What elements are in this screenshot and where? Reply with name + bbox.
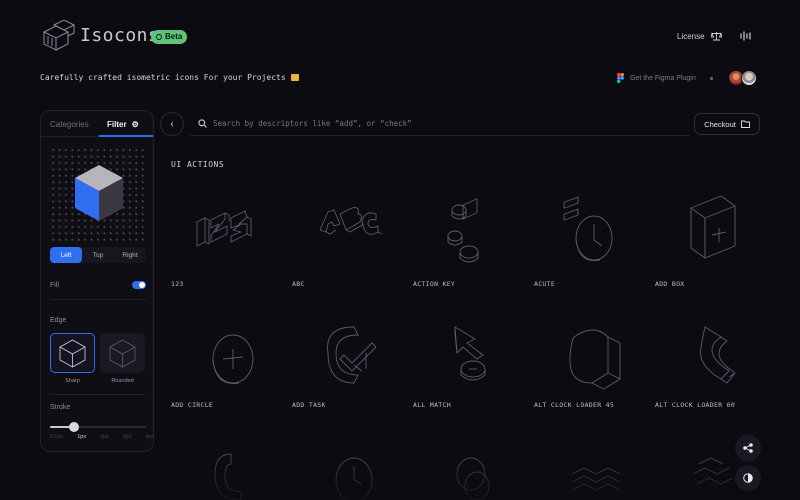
- add-circle-icon: [212, 334, 254, 384]
- icon-label: ALT CLOCK LOADER 45: [534, 401, 615, 409]
- sliders-icon: ⚙: [131, 120, 139, 129]
- app-page: Isocons Beta License Carefully crafted i…: [0, 0, 800, 500]
- share-icon: [743, 443, 753, 453]
- icon-card[interactable]: ADD TASK: [292, 313, 402, 423]
- theme-toggle-button[interactable]: [735, 465, 761, 491]
- folder-icon: [740, 120, 750, 128]
- sidebar-tabs: Categories Filter ⚙: [41, 111, 153, 137]
- icon-label: ALT CLOCK LOADER 60: [655, 401, 736, 409]
- tab-filter-label: Filter: [107, 120, 127, 129]
- contrast-icon: [743, 473, 753, 483]
- edge-rounded-option[interactable]: [100, 333, 145, 373]
- section-title: UI ACTIONS: [171, 160, 225, 169]
- numbers-123-icon: [196, 210, 252, 247]
- view-left-button[interactable]: Left: [50, 247, 82, 263]
- icon-card[interactable]: ALT CLOCK LOADER 60: [655, 313, 765, 423]
- icon-label: ADD TASK: [292, 401, 326, 409]
- figma-link-label: Get the Figma Plugin: [630, 74, 696, 82]
- edge-sharp-label: Sharp: [65, 378, 80, 384]
- stroke-label: Stroke: [50, 404, 71, 411]
- beta-label: Beta: [165, 32, 183, 41]
- icon-card[interactable]: ACUTE: [534, 192, 644, 302]
- stroke-slider-thumb[interactable]: [69, 422, 79, 432]
- fill-toggle[interactable]: [132, 281, 146, 289]
- divider: [50, 299, 146, 300]
- sound-wave-icon[interactable]: [740, 30, 752, 42]
- checkout-button[interactable]: Checkout: [694, 113, 760, 135]
- fill-label: Fill: [50, 282, 59, 289]
- share-button[interactable]: [735, 435, 761, 461]
- icon-label: 123: [171, 280, 184, 288]
- stroke-ticks: 0.5px 1px 2px 3px 4px: [50, 434, 154, 440]
- stroke-tick[interactable]: 2px: [100, 434, 109, 440]
- stroke-slider[interactable]: [50, 422, 146, 432]
- icon-label: ALL MATCH: [413, 401, 451, 409]
- chevron-left-icon: ‹: [170, 118, 174, 130]
- add-box-icon: [690, 195, 736, 259]
- icon-card[interactable]: 123: [171, 192, 281, 302]
- rounded-cube-icon: [109, 339, 136, 368]
- isocons-logo-icon[interactable]: [40, 20, 76, 52]
- back-button[interactable]: ‹: [160, 112, 184, 136]
- clock-loader-45-icon: [569, 329, 621, 390]
- icon-card[interactable]: ALT CLOCK LOADER 45: [534, 313, 644, 423]
- tab-filter[interactable]: Filter ⚙: [107, 120, 139, 129]
- sharp-cube-icon: [59, 339, 86, 368]
- search-icon: [198, 119, 207, 128]
- view-top-button[interactable]: Top: [82, 247, 114, 263]
- figma-plugin-link[interactable]: Get the Figma Plugin: [617, 73, 713, 83]
- figma-icon: [617, 73, 624, 83]
- stroke-tick[interactable]: 3px: [122, 434, 131, 440]
- edge-sharp-option[interactable]: [50, 333, 95, 373]
- tagline-text: Carefully crafted isometric icons For yo…: [40, 73, 286, 82]
- brand-name: Isocons: [80, 25, 160, 46]
- active-tab-indicator: [99, 135, 153, 137]
- edge-rounded-label: Rounded: [111, 378, 134, 384]
- folder-icon: [290, 74, 299, 81]
- icon-card[interactable]: ADD CIRCLE: [171, 313, 281, 423]
- all-match-icon: [454, 326, 486, 381]
- stroke-tick[interactable]: 0.5px: [50, 434, 63, 440]
- cube-preview-icon: [75, 165, 123, 221]
- acute-icon: [563, 196, 613, 261]
- clock-loader-60-icon: [699, 326, 736, 384]
- bottom-fade: [160, 440, 800, 500]
- beta-dot-icon: [156, 34, 162, 40]
- avatar-group[interactable]: [728, 70, 760, 86]
- filter-sidebar: Categories Filter ⚙ Left Top Right Fill …: [40, 110, 154, 452]
- edge-label: Edge: [50, 317, 67, 324]
- separator-dot: [709, 76, 713, 80]
- stroke-tick[interactable]: 1px: [77, 434, 86, 440]
- search-bar: [190, 112, 690, 136]
- divider: [50, 394, 146, 395]
- search-input[interactable]: [213, 119, 653, 128]
- stroke-tick[interactable]: 4px: [145, 434, 154, 440]
- icon-card[interactable]: ADD BOX: [655, 192, 765, 302]
- icon-card[interactable]: ABC: [292, 192, 402, 302]
- license-link[interactable]: License: [677, 31, 722, 41]
- icon-label: ADD CIRCLE: [171, 401, 214, 409]
- icon-card[interactable]: ACTION KEY: [413, 192, 523, 302]
- checkout-label: Checkout: [704, 119, 736, 129]
- tagline: Carefully crafted isometric icons For yo…: [40, 73, 299, 82]
- icon-label: ACUTE: [534, 280, 556, 288]
- tab-categories[interactable]: Categories: [50, 120, 89, 129]
- avatar: [741, 70, 757, 86]
- add-task-icon: [327, 326, 377, 384]
- action-key-icon: [447, 198, 479, 263]
- icon-label: ACTION KEY: [413, 280, 456, 288]
- icon-label: ABC: [292, 280, 305, 288]
- scales-icon: [710, 32, 722, 41]
- letters-abc-icon: [319, 207, 383, 235]
- icon-label: ADD BOX: [655, 280, 685, 288]
- icon-card[interactable]: ALL MATCH: [413, 313, 523, 423]
- view-selector: Left Top Right: [50, 247, 146, 263]
- license-label: License: [677, 31, 705, 41]
- view-right-button[interactable]: Right: [114, 247, 146, 263]
- beta-badge: Beta: [151, 30, 188, 44]
